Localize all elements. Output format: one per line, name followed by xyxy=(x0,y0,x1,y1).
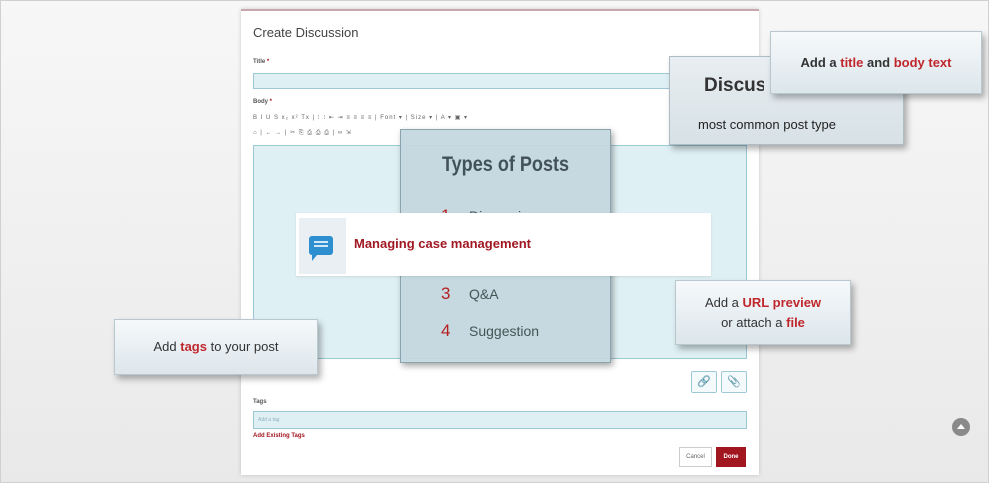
callout-highlight: tags xyxy=(180,339,207,354)
post-type-number: 3 xyxy=(441,284,451,303)
paperclip-icon: 📎 xyxy=(727,376,741,388)
add-existing-tags-link[interactable]: Add Existing Tags xyxy=(253,433,305,439)
post-type-item: 3 Q&A xyxy=(441,284,499,304)
callout-title-body: Add a title and body text xyxy=(770,31,982,94)
attach-file-button[interactable]: 📎 xyxy=(721,371,747,393)
callout-tags: Add tags to your post xyxy=(114,319,318,375)
callout-line-2: or attach a file xyxy=(676,313,850,333)
callout-line-1: Add a URL preview xyxy=(676,293,850,313)
discussion-subtitle: most common post type xyxy=(698,117,836,132)
title-label: Title * xyxy=(253,59,269,65)
post-type-label: Suggestion xyxy=(469,323,540,339)
title-label-text: Title xyxy=(253,59,266,65)
tags-label: Tags xyxy=(253,399,267,405)
callout-text: Add a xyxy=(800,55,841,70)
required-mark: * xyxy=(266,59,270,65)
required-mark: * xyxy=(269,99,273,105)
callout-text: and xyxy=(863,55,894,70)
discussion-heading: Discussion Posts xyxy=(704,75,764,96)
scroll-to-top-button[interactable] xyxy=(952,418,970,436)
callout-url-file: Add a URL preview or attach a file xyxy=(675,280,851,345)
tags-input[interactable]: Add a tag xyxy=(253,411,747,429)
ribbon-title: Managing case management xyxy=(354,236,531,251)
chat-bubble-lines xyxy=(314,241,328,243)
callout-text: Add xyxy=(153,339,181,354)
form-heading: Create Discussion xyxy=(253,25,359,40)
callout-text: to your post xyxy=(206,339,279,354)
callout-highlight: body text xyxy=(893,55,952,70)
callout-highlight: title xyxy=(840,55,864,70)
link-icon: 🔗 xyxy=(697,376,711,388)
types-of-posts-title: Types of Posts xyxy=(441,153,570,176)
topic-ribbon: Managing case management xyxy=(296,213,711,276)
post-type-item: 4 Suggestion xyxy=(441,321,539,341)
post-type-number: 4 xyxy=(441,321,451,340)
ribbon-icon-container xyxy=(299,218,346,274)
callout-text: or attach a xyxy=(721,315,787,330)
cancel-button[interactable]: Cancel xyxy=(679,447,712,467)
body-label: Body * xyxy=(253,99,272,105)
callout-highlight: file xyxy=(786,315,805,330)
callout-text: Add a xyxy=(704,295,743,310)
chat-bubble-icon xyxy=(309,236,333,261)
callout-highlight: URL preview xyxy=(742,295,822,310)
post-type-label: Q&A xyxy=(469,286,499,302)
body-label-text: Body xyxy=(253,99,268,105)
done-button[interactable]: Done xyxy=(716,447,746,467)
url-preview-button[interactable]: 🔗 xyxy=(691,371,717,393)
